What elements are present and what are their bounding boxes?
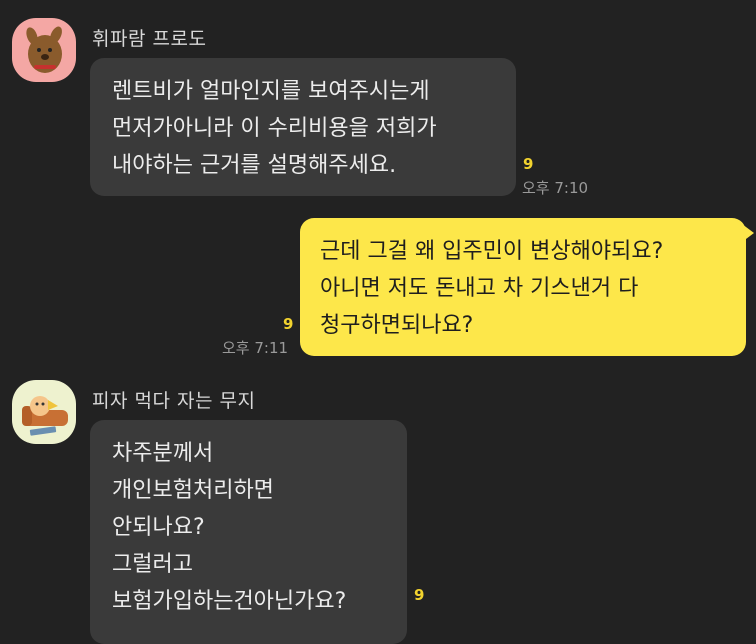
message-time: 오후 7:10 <box>522 179 589 197</box>
unread-count: 9 <box>414 586 425 604</box>
bubble-tail <box>742 224 754 242</box>
unread-count: 9 <box>523 155 534 173</box>
message-bubble[interactable]: 렌트비가 얼마인지를 보여주시는게 먼저가아니라 이 수리비용을 저희가 내야하… <box>90 58 516 196</box>
sender-name: 휘파람 프로도 <box>92 28 207 50</box>
sender-name: 피자 먹다 자는 무지 <box>92 390 256 412</box>
message-bubble[interactable]: 차주분께서 개인보험처리하면 안되나요? 그럴러고 보험가입하는건아닌가요? <box>90 420 407 644</box>
frodo-avatar-icon[interactable] <box>12 18 76 82</box>
message-time: 오후 7:11 <box>222 339 289 357</box>
message-bubble[interactable]: 근데 그걸 왜 입주민이 변상해야되요? 아니면 저도 돈내고 차 기스낸거 다… <box>300 218 746 356</box>
unread-count: 9 <box>283 315 294 333</box>
muzi-avatar-icon[interactable] <box>12 380 76 444</box>
